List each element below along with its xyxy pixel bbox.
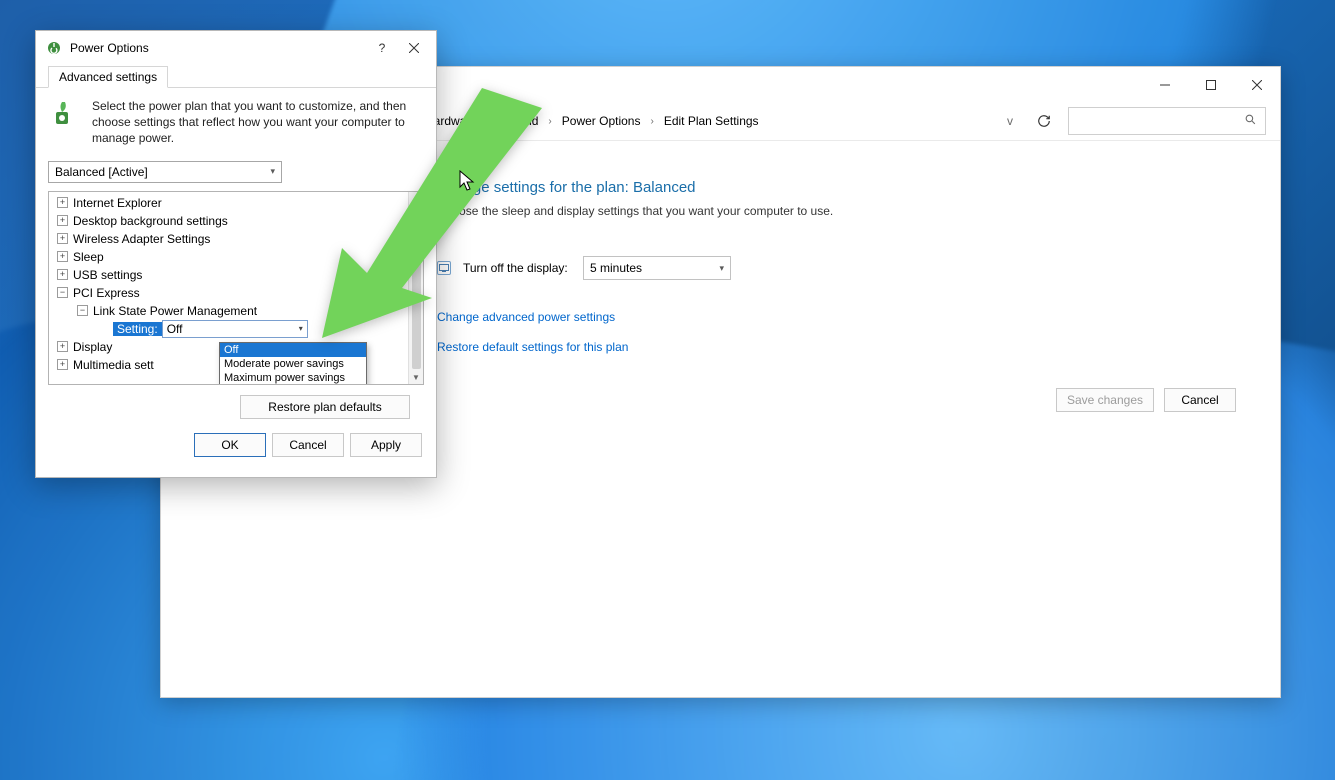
tree-scrollbar[interactable]: ▲ ▼ bbox=[408, 192, 423, 384]
expand-icon[interactable]: + bbox=[57, 197, 68, 208]
breadcrumb: Hardware and Sound › Power Options › Edi… bbox=[423, 112, 992, 130]
chevron-right-icon: › bbox=[650, 116, 653, 127]
maximize-button[interactable] bbox=[1188, 70, 1234, 100]
collapse-icon[interactable]: − bbox=[77, 305, 88, 316]
close-button[interactable] bbox=[1234, 70, 1280, 100]
desktop-wallpaper: Hardware and Sound › Power Options › Edi… bbox=[0, 0, 1335, 780]
chevron-right-icon: › bbox=[548, 116, 551, 127]
tree-item-link-state-power-management[interactable]: −Link State Power Management bbox=[53, 302, 406, 320]
setting-label: Setting: bbox=[113, 322, 162, 336]
address-dropdown-button[interactable]: v bbox=[1000, 114, 1020, 128]
apply-button[interactable]: Apply bbox=[350, 433, 422, 457]
dialog-title: Power Options bbox=[70, 41, 149, 55]
tree-item-wireless-adapter[interactable]: +Wireless Adapter Settings bbox=[53, 230, 406, 248]
breadcrumb-power-options[interactable]: Power Options bbox=[560, 112, 643, 130]
turn-off-display-combo[interactable]: 5 minutes ▾ bbox=[583, 256, 731, 280]
power-plan-combo[interactable]: Balanced [Active] ▾ bbox=[48, 161, 282, 183]
collapse-icon[interactable]: − bbox=[57, 287, 68, 298]
restore-plan-defaults-button[interactable]: Restore plan defaults bbox=[240, 395, 410, 419]
expand-icon[interactable]: + bbox=[57, 215, 68, 226]
link-state-setting-combo[interactable]: Off ▾ bbox=[162, 320, 308, 338]
tree-item-desktop-background[interactable]: +Desktop background settings bbox=[53, 212, 406, 230]
cancel-button[interactable]: Cancel bbox=[272, 433, 344, 457]
expand-icon[interactable]: + bbox=[57, 269, 68, 280]
power-options-dialog: Power Options ? Advanced settings Select… bbox=[35, 30, 437, 478]
link-state-setting-row: Setting: Off ▾ bbox=[53, 320, 406, 338]
breadcrumb-hardware-sound[interactable]: Hardware and Sound bbox=[423, 112, 540, 130]
expand-icon[interactable]: + bbox=[57, 359, 68, 370]
minimize-button[interactable] bbox=[1142, 70, 1188, 100]
dialog-intro-text: Select the power plan that you want to c… bbox=[92, 98, 424, 147]
dialog-title-bar[interactable]: Power Options ? bbox=[36, 31, 436, 65]
tree-item-pci-express[interactable]: −PCI Express bbox=[53, 284, 406, 302]
scroll-down-icon[interactable]: ▼ bbox=[412, 373, 420, 382]
power-plan-icon bbox=[48, 98, 80, 130]
expand-icon[interactable]: + bbox=[57, 233, 68, 244]
tab-advanced-settings[interactable]: Advanced settings bbox=[48, 66, 168, 88]
tab-label: Advanced settings bbox=[59, 70, 157, 84]
power-plan-selected: Balanced [Active] bbox=[55, 165, 148, 179]
breadcrumb-edit-plan[interactable]: Edit Plan Settings bbox=[662, 112, 761, 130]
expand-icon[interactable]: + bbox=[57, 341, 68, 352]
turn-off-display-value: 5 minutes bbox=[590, 261, 642, 275]
expand-icon[interactable]: + bbox=[57, 251, 68, 262]
link-state-setting-value: Off bbox=[167, 322, 183, 336]
settings-tree: +Internet Explorer +Desktop background s… bbox=[48, 191, 424, 385]
dropdown-option-off[interactable]: Off bbox=[220, 343, 366, 357]
link-state-dropdown-list: Off Moderate power savings Maximum power… bbox=[219, 342, 367, 385]
refresh-button[interactable] bbox=[1028, 108, 1060, 134]
ok-button[interactable]: OK bbox=[194, 433, 266, 457]
dropdown-option-moderate[interactable]: Moderate power savings bbox=[220, 357, 366, 371]
restore-default-settings-link[interactable]: Restore default settings for this plan bbox=[437, 340, 1236, 354]
search-input[interactable] bbox=[1068, 107, 1266, 135]
scroll-thumb[interactable] bbox=[412, 207, 421, 369]
cancel-button[interactable]: Cancel bbox=[1164, 388, 1236, 412]
save-changes-button[interactable]: Save changes bbox=[1056, 388, 1154, 412]
power-options-icon bbox=[46, 40, 62, 56]
scroll-up-icon[interactable]: ▲ bbox=[412, 194, 420, 203]
help-button[interactable]: ? bbox=[366, 34, 398, 62]
page-description: Choose the sleep and display settings th… bbox=[437, 204, 1236, 218]
chevron-down-icon: ▾ bbox=[719, 263, 724, 274]
chevron-down-icon: ▾ bbox=[299, 324, 303, 333]
tree-item-sleep[interactable]: +Sleep bbox=[53, 248, 406, 266]
search-icon bbox=[1244, 113, 1257, 129]
page-title: Change settings for the plan: Balanced bbox=[437, 179, 1236, 196]
change-advanced-power-settings-link[interactable]: Change advanced power settings bbox=[437, 310, 1236, 324]
display-icon bbox=[437, 261, 451, 275]
tree-item-usb-settings[interactable]: +USB settings bbox=[53, 266, 406, 284]
tree-item-internet-explorer[interactable]: +Internet Explorer bbox=[53, 194, 406, 212]
chevron-down-icon: ▾ bbox=[270, 166, 275, 177]
dropdown-option-maximum[interactable]: Maximum power savings bbox=[220, 371, 366, 385]
close-button[interactable] bbox=[398, 34, 430, 62]
turn-off-display-label: Turn off the display: bbox=[463, 261, 571, 275]
